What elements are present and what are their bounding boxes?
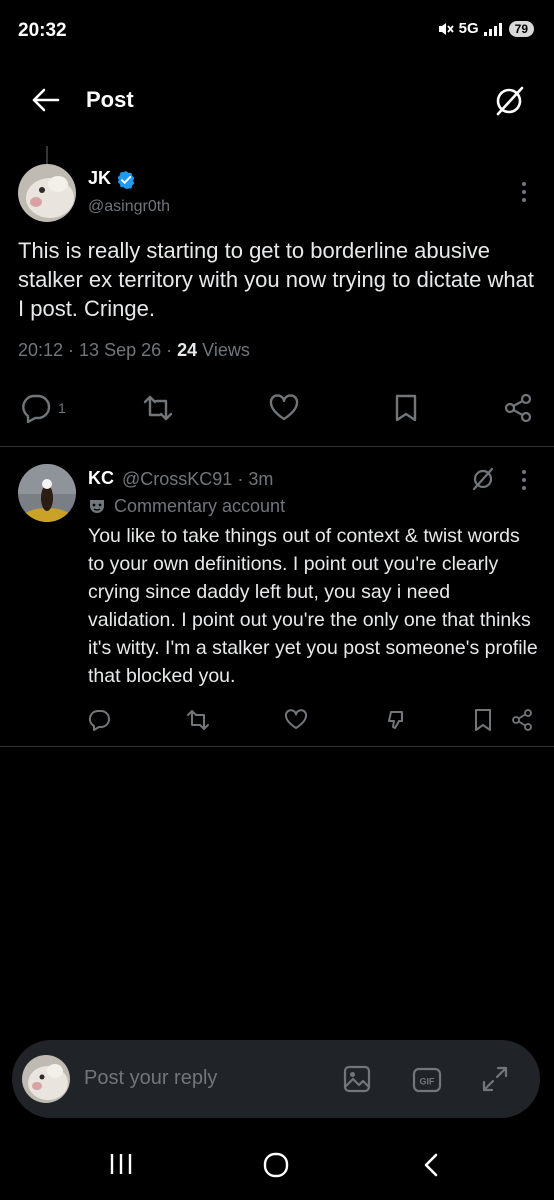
mute-icon <box>437 21 455 37</box>
views-count: 24 <box>177 340 198 360</box>
heart-icon <box>284 708 308 732</box>
status-time: 20:32 <box>18 20 67 41</box>
downvote-button[interactable] <box>384 708 408 732</box>
back-arrow-icon[interactable] <box>30 86 62 114</box>
reply-reply-button[interactable] <box>88 708 112 732</box>
verified-badge-icon <box>116 170 136 190</box>
repost-icon <box>186 708 210 732</box>
svg-text:GIF: GIF <box>420 1077 436 1087</box>
reply-author-name[interactable]: KC <box>88 468 114 489</box>
author-name[interactable]: JK <box>88 168 111 189</box>
more-options-icon[interactable] <box>516 180 532 204</box>
reply-icon <box>20 393 52 423</box>
composer-avatar <box>22 1055 70 1103</box>
thread-line <box>46 146 48 164</box>
post-meta: 20:12 · 13 Sep 26 · 24 Views <box>18 340 250 360</box>
downvote-icon <box>384 708 408 732</box>
reply-button[interactable]: 1 <box>20 393 66 423</box>
post-date: 13 Sep 26 <box>79 340 162 360</box>
views-label: Views <box>202 340 250 360</box>
post-time: 20:12 <box>18 340 64 360</box>
reply-repost-button[interactable] <box>186 708 210 732</box>
system-navbar <box>0 1130 554 1200</box>
image-icon[interactable] <box>342 1064 372 1094</box>
share-icon <box>510 708 534 732</box>
repost-button[interactable] <box>142 393 174 423</box>
reply-share-button[interactable] <box>510 708 534 732</box>
reply-handle-line[interactable]: @CrossKC91 · 3m <box>122 469 273 490</box>
divider <box>0 446 554 447</box>
reply-avatar[interactable] <box>18 464 76 522</box>
expand-icon[interactable] <box>480 1064 510 1094</box>
theater-mask-icon <box>88 498 106 516</box>
heart-icon <box>268 393 300 423</box>
avatar[interactable] <box>18 164 76 222</box>
share-icon <box>502 393 534 423</box>
reply-icon <box>88 708 112 732</box>
repost-icon <box>142 393 174 423</box>
share-button[interactable] <box>502 393 534 423</box>
reply-like-button[interactable] <box>284 708 308 732</box>
bookmark-icon <box>472 708 494 732</box>
network-label: 5G <box>458 20 479 37</box>
grok-icon[interactable] <box>492 84 526 118</box>
page-title: Post <box>86 87 134 112</box>
reply-input[interactable] <box>82 1066 306 1091</box>
back-icon[interactable] <box>420 1152 442 1178</box>
grok-icon[interactable] <box>470 466 496 492</box>
reply-text: You like to take things out of context &… <box>88 525 538 687</box>
reply-more-icon[interactable] <box>516 468 532 492</box>
reply-count: 1 <box>58 400 66 416</box>
like-button[interactable] <box>268 393 300 423</box>
recent-apps-icon[interactable] <box>108 1152 134 1176</box>
home-icon[interactable] <box>262 1152 290 1178</box>
status-icons: 5G 79 <box>437 20 534 37</box>
reply-handle: @CrossKC91 <box>122 469 233 489</box>
bookmark-button[interactable] <box>392 393 420 423</box>
commentary-label: Commentary account <box>88 496 285 517</box>
signal-icon <box>483 22 503 36</box>
gif-icon[interactable]: GIF <box>412 1066 442 1094</box>
post-text: This is really starting to get to border… <box>18 238 534 321</box>
bookmark-icon <box>392 393 420 423</box>
divider <box>0 746 554 747</box>
battery-level: 79 <box>508 20 534 37</box>
commentary-label-text: Commentary account <box>114 496 286 516</box>
reply-time: 3m <box>248 469 274 489</box>
reply-bookmark-button[interactable] <box>472 708 494 732</box>
author-handle[interactable]: @asingr0th <box>88 198 170 216</box>
